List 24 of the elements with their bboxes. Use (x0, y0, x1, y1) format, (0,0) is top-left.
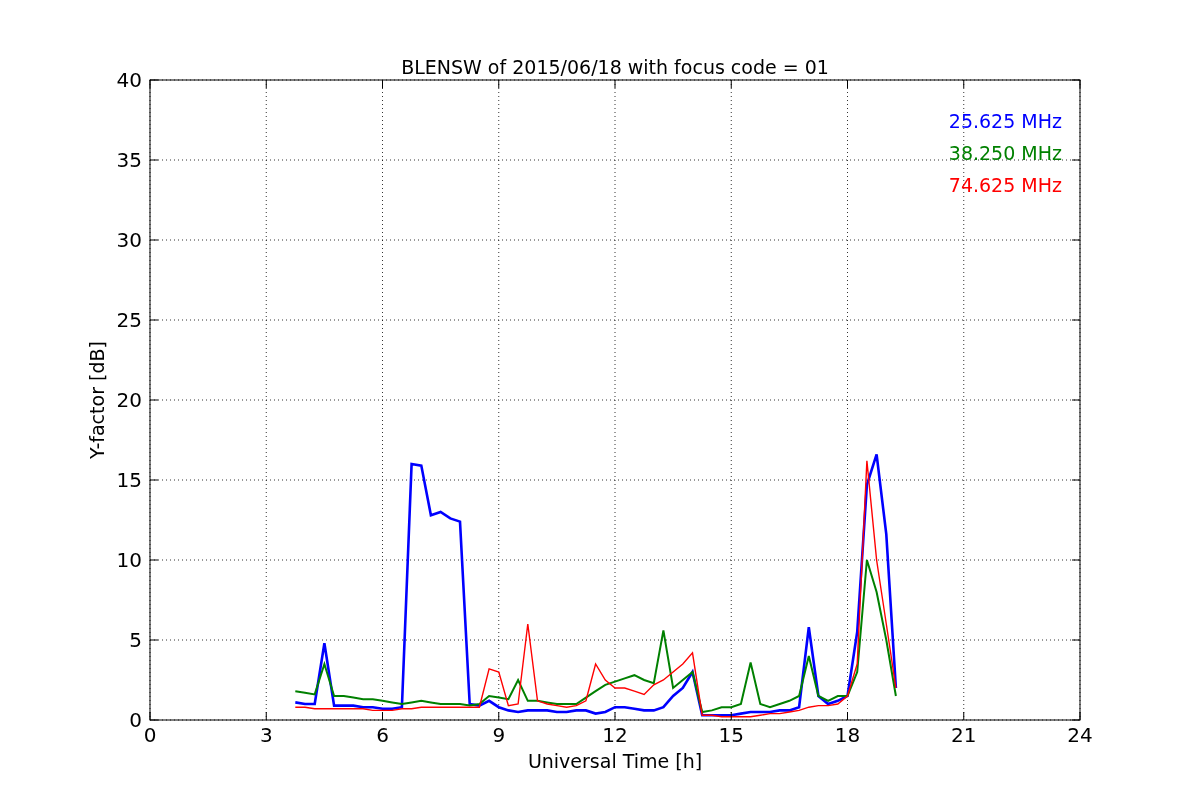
tick-label: 15 (116, 468, 142, 492)
x-axis-label: Universal Time [h] (527, 750, 703, 772)
tick-label: 25 (116, 308, 142, 332)
tick-label: 24 (1067, 723, 1093, 747)
tick-label: 12 (602, 723, 628, 747)
legend-label: 25.625 MHz (948, 110, 1062, 132)
tick-label: 0 (129, 708, 142, 732)
tick-label: 21 (951, 723, 977, 747)
legend-label: 38.250 MHz (948, 142, 1062, 164)
chart-title: BLENSW of 2015/06/18 with focus code = 01 (401, 56, 829, 78)
y-axis-label: Y-factor [dB] (86, 341, 108, 459)
tick-label: 30 (116, 228, 142, 252)
tick-label: 5 (129, 628, 142, 652)
tick-label: 0 (143, 723, 157, 747)
legend-label: 74.625 MHz (948, 174, 1062, 196)
tick-label: 6 (376, 723, 389, 747)
tick-label: 9 (492, 723, 506, 747)
tick-label: 15 (718, 723, 744, 747)
tick-label: 20 (116, 388, 142, 412)
tick-label: 18 (834, 723, 861, 747)
tick-label: 40 (116, 68, 142, 92)
tick-label: 3 (259, 723, 273, 747)
tick-label: 10 (116, 548, 142, 572)
tick-label: 35 (116, 148, 142, 172)
